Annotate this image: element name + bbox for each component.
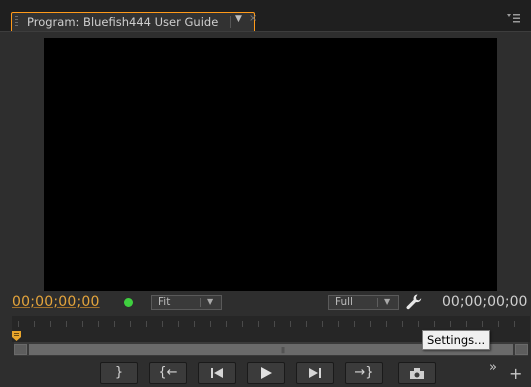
panel-divider xyxy=(0,31,531,32)
tab-grip-icon[interactable] xyxy=(15,16,18,28)
zoom-level-select[interactable]: Fit ▼ xyxy=(151,295,222,310)
zoom-level-value: Fit xyxy=(158,296,171,308)
video-display[interactable] xyxy=(44,38,497,291)
panel-menu-icon[interactable] xyxy=(507,12,521,26)
play-button[interactable] xyxy=(247,362,285,384)
button-editor-add-icon[interactable]: + xyxy=(509,364,522,383)
tab-title: Program: Bluefish444 User Guide xyxy=(27,15,219,29)
more-controls-button[interactable]: » xyxy=(489,360,497,375)
tab-menu-arrow-icon[interactable]: ▼ xyxy=(235,14,242,24)
chevron-down-icon: ▼ xyxy=(384,297,391,306)
zoom-select-separator xyxy=(200,298,201,307)
panel-tab-bar: Program: Bluefish444 User Guide ▼ × xyxy=(0,0,531,32)
tab-program-monitor[interactable]: Program: Bluefish444 User Guide ▼ × xyxy=(11,12,257,31)
step-back-button[interactable] xyxy=(198,362,236,384)
playback-resolution-select[interactable]: Full ▼ xyxy=(328,295,399,310)
export-frame-icon xyxy=(410,368,424,379)
resolution-select-separator xyxy=(377,298,378,307)
tab-separator xyxy=(230,16,231,28)
current-timecode[interactable]: 00;00;00;00 xyxy=(12,294,100,310)
export-frame-button[interactable] xyxy=(398,362,436,384)
mark-out-button[interactable]: } xyxy=(100,362,138,384)
time-ruler-ticks xyxy=(18,321,518,327)
playback-resolution-value: Full xyxy=(335,296,353,308)
scrollbar-right-handle[interactable] xyxy=(515,344,528,355)
chevron-down-icon: ▼ xyxy=(207,297,214,306)
status-indicator-dot xyxy=(124,298,133,307)
duration-timecode: 00;00;00;00 xyxy=(442,294,528,310)
program-monitor-panel: Program: Bluefish444 User Guide ▼ × 00;0… xyxy=(0,0,531,387)
settings-tooltip: Settings... xyxy=(422,330,491,350)
scrollbar-grip-icon: ||| xyxy=(281,347,285,354)
settings-wrench-icon[interactable] xyxy=(405,293,423,311)
playhead-icon[interactable] xyxy=(12,326,21,341)
go-to-in-button[interactable]: {← xyxy=(149,362,187,384)
tab-close-icon[interactable]: × xyxy=(249,13,257,24)
step-forward-button[interactable] xyxy=(296,362,334,384)
go-to-out-button[interactable]: →} xyxy=(345,362,383,384)
scrollbar-left-handle[interactable] xyxy=(14,344,27,355)
